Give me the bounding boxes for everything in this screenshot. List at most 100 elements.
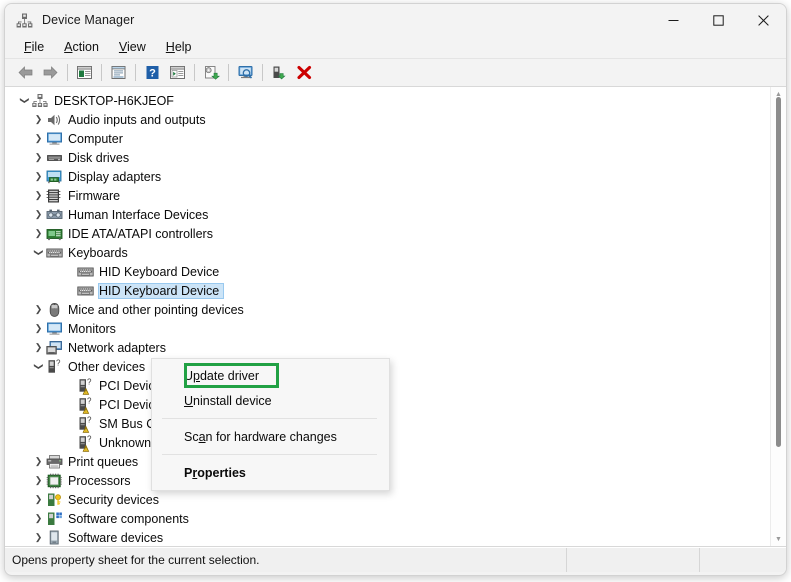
tree-item[interactable]: ❯ Audio inputs and outputs <box>5 110 786 129</box>
chevron-down-icon[interactable]: ❯ <box>34 245 44 260</box>
chevron-right-icon[interactable]: ❯ <box>31 533 46 542</box>
chevron-right-icon[interactable]: ❯ <box>31 191 46 200</box>
chevron-right-icon[interactable]: ❯ <box>31 476 46 485</box>
tree-item[interactable]: ❯ DESKTOP-H6KJEOF <box>5 91 786 110</box>
disk-drive-icon <box>46 150 63 166</box>
tree-item[interactable]: ❯ Keyboards <box>5 243 786 262</box>
chevron-right-icon[interactable]: ❯ <box>31 457 46 466</box>
update-driver-button[interactable] <box>199 61 224 84</box>
monitor-tool-button[interactable] <box>233 61 258 84</box>
network-adapter-icon <box>46 340 63 356</box>
tree-item[interactable]: ❯ Monitors <box>5 319 786 338</box>
chevron-right-icon[interactable]: ❯ <box>31 229 46 238</box>
tree-item[interactable]: ❯ IDE ATA/ATAPI controllers <box>5 224 786 243</box>
tree-item-label: Processors <box>68 473 131 488</box>
tree-item[interactable]: ❯ Disk drives <box>5 148 786 167</box>
tree-item-label: Monitors <box>68 321 116 336</box>
chevron-right-icon[interactable]: ❯ <box>31 134 46 143</box>
tree-item[interactable]: ❯ Computer <box>5 129 786 148</box>
tree-item[interactable]: ?! PCI Device <box>5 395 786 414</box>
tree-item[interactable]: ?! Unknown device <box>5 433 786 452</box>
chevron-right-icon[interactable]: ❯ <box>31 305 46 314</box>
context-menu-item-label: Uninstall device <box>184 393 272 408</box>
menu-action[interactable]: Action <box>55 38 108 56</box>
other-device-icon: ?! <box>77 416 94 433</box>
toolbar-separator <box>135 64 136 81</box>
vertical-scrollbar[interactable]: ▲ ▼ <box>770 87 786 546</box>
uninstall-device-button[interactable] <box>292 61 317 84</box>
context-menu[interactable]: Update driver Uninstall device Scan for … <box>151 358 390 491</box>
status-pane-2 <box>566 548 699 572</box>
chevron-right-icon[interactable]: ❯ <box>31 343 46 352</box>
tree-item[interactable]: ❯ Firmware <box>5 186 786 205</box>
context-menu-item-label: Scan for hardware changes <box>184 429 337 444</box>
tree-item[interactable]: ❯? Other devices <box>5 357 786 376</box>
context-menu-item-scan-for-hardware-changes[interactable]: Scan for hardware changes <box>152 424 389 449</box>
menu-help[interactable]: Help <box>157 38 201 56</box>
keyboard-icon <box>46 245 63 261</box>
enable-device-button[interactable] <box>267 61 292 84</box>
scrollbar-thumb[interactable] <box>776 97 781 447</box>
tree-item[interactable]: ❯ Mice and other pointing devices <box>5 300 786 319</box>
tree-item-label: Audio inputs and outputs <box>68 112 206 127</box>
context-menu-item-update-driver[interactable]: Update driver <box>152 363 389 388</box>
svg-text:?: ? <box>56 359 61 367</box>
software-device-icon <box>46 530 63 546</box>
properties-button[interactable] <box>106 61 131 84</box>
chevron-right-icon[interactable]: ❯ <box>31 172 46 181</box>
toolbar-separator <box>194 64 195 81</box>
display-adapter-icon <box>46 169 63 185</box>
show-hide-console-tree-button[interactable] <box>72 61 97 84</box>
chevron-down-icon[interactable]: ❯ <box>34 359 44 374</box>
tree-item-label: HID Keyboard Device <box>97 282 225 299</box>
device-manager-window: Device Manager File Action View Help ? ❯… <box>4 3 787 576</box>
context-menu-item-uninstall-device[interactable]: Uninstall device <box>152 388 389 413</box>
help-button[interactable]: ? <box>140 61 165 84</box>
chevron-right-icon[interactable]: ❯ <box>31 153 46 162</box>
context-menu-item-properties[interactable]: Properties <box>152 460 389 485</box>
tree-item[interactable]: ❯ Processors <box>5 471 786 490</box>
tree-item[interactable]: ❯ Network adapters <box>5 338 786 357</box>
device-tree[interactable]: ❯ DESKTOP-H6KJEOF ❯ Audio inputs and output… <box>5 91 786 546</box>
context-menu-item-label: Update driver <box>184 368 260 383</box>
svg-text:?: ? <box>87 435 92 443</box>
menu-file[interactable]: File <box>15 38 53 56</box>
tree-item-label: Disk drives <box>68 150 130 165</box>
status-message: Opens property sheet for the current sel… <box>12 553 260 567</box>
tree-item[interactable]: ❯ Human Interface Devices <box>5 205 786 224</box>
status-bar: Opens property sheet for the current sel… <box>5 547 786 572</box>
scroll-down-arrow-icon[interactable]: ▼ <box>771 532 786 546</box>
tree-item[interactable]: HID Keyboard Device <box>5 281 786 300</box>
tree-item[interactable]: ?! PCI Device <box>5 376 786 395</box>
menu-view[interactable]: View <box>110 38 155 56</box>
chevron-right-icon[interactable]: ❯ <box>31 115 46 124</box>
toolbar-separator <box>67 64 68 81</box>
monitor-icon <box>46 321 63 337</box>
context-menu-separator <box>162 454 377 455</box>
tree-item-label: Print queues <box>68 454 139 469</box>
display-resources-button[interactable] <box>165 61 190 84</box>
chevron-right-icon[interactable]: ❯ <box>31 514 46 523</box>
tree-item[interactable]: ❯ Software components <box>5 509 786 528</box>
firmware-icon <box>46 188 63 204</box>
chevron-right-icon[interactable]: ❯ <box>31 324 46 333</box>
menu-action-label: ction <box>72 40 99 54</box>
maximize-button[interactable] <box>696 4 741 36</box>
tree-item-label: DESKTOP-H6KJEOF <box>54 93 174 108</box>
tree-item[interactable]: ❯ Security devices <box>5 490 786 509</box>
close-button[interactable] <box>741 4 786 36</box>
tree-item[interactable]: HID Keyboard Device <box>5 262 786 281</box>
tree-item[interactable]: ?! SM Bus Controller <box>5 414 786 433</box>
tree-item[interactable]: ❯ Print queues <box>5 452 786 471</box>
svg-text:?: ? <box>87 378 92 386</box>
forward-button[interactable] <box>38 61 63 84</box>
chevron-right-icon[interactable]: ❯ <box>31 210 46 219</box>
minimize-button[interactable] <box>651 4 696 36</box>
tree-item[interactable]: ❯ Software devices <box>5 528 786 546</box>
context-menu-separator <box>162 418 377 419</box>
back-button[interactable] <box>13 61 38 84</box>
chevron-right-icon[interactable]: ❯ <box>31 495 46 504</box>
chevron-down-icon[interactable]: ❯ <box>20 93 30 108</box>
menu-view-label: iew <box>127 40 146 54</box>
tree-item[interactable]: ❯ Display adapters <box>5 167 786 186</box>
